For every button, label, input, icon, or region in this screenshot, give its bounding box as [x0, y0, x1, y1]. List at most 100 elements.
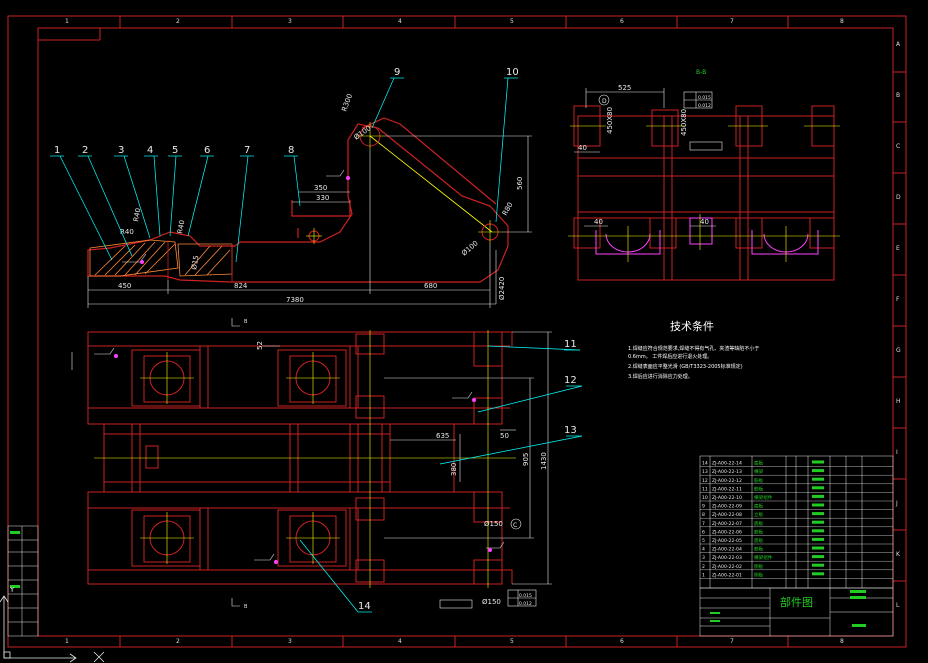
bom-part-code: ZJ-A00-22-03	[712, 555, 742, 561]
dim-905: 905	[522, 453, 530, 466]
balloon-8: 8	[288, 145, 294, 156]
dim-7380: 7380	[286, 296, 304, 304]
bom-part-name: 筋板	[754, 477, 764, 484]
bom-part-name: 底板	[754, 503, 764, 510]
col-label-bottom: 2	[176, 638, 180, 645]
bom-material-mark	[812, 494, 824, 498]
datum-c: C	[513, 522, 517, 529]
cad-drawing-canvas[interactable]: 1 2 3 4 5 6 7 8 1 2 3 4 5 6 7 8 A B C D …	[0, 0, 928, 663]
balloon-14: 14	[358, 601, 371, 612]
bom-part-name: 底板	[754, 537, 764, 544]
dim-560: 560	[516, 177, 524, 190]
tolerance-value-a: 0.015	[698, 95, 711, 101]
col-label-bottom: 5	[510, 638, 514, 645]
bom-part-code: ZJ-A00-22-11	[712, 486, 742, 492]
col-label-bottom: 1	[65, 638, 69, 645]
bom-part-name: 底板	[754, 460, 764, 467]
bom-part-code: ZJ-A00-22-14	[712, 461, 742, 467]
bom-item-number: 13	[702, 469, 708, 475]
col-label-bottom: 7	[730, 638, 734, 645]
bom-part-name: 筋板	[754, 485, 764, 492]
section-mark-bottom: B	[244, 604, 248, 610]
bom-material-mark	[812, 460, 824, 464]
bom-item-number: 14	[702, 461, 708, 467]
bom-material-mark	[812, 529, 824, 533]
col-label-bottom: 8	[840, 638, 844, 645]
bom-material-mark	[812, 520, 824, 524]
row-label: F	[896, 296, 900, 303]
dim-r40: R40	[120, 228, 134, 236]
bom-part-code: ZJ-A00-22-04	[712, 547, 742, 553]
balloon-10: 10	[506, 67, 519, 78]
balloon-12: 12	[564, 375, 577, 386]
row-label: C	[896, 143, 900, 150]
bom-part-code: ZJ-A00-22-06	[712, 529, 742, 535]
bom-material-mark	[812, 512, 824, 516]
col-label-bottom: 6	[620, 638, 624, 645]
bom-part-name: 横梁组件	[754, 494, 773, 501]
row-label: B	[896, 92, 900, 99]
row-label: J	[895, 500, 898, 507]
dim-450x80-b: 450X80	[680, 109, 688, 136]
bom-part-name: 横梁	[754, 468, 764, 475]
dim-635: 635	[436, 432, 449, 440]
bom-part-code: ZJ-A00-22-02	[712, 564, 742, 570]
bom-part-code: ZJ-A00-22-07	[712, 521, 742, 527]
dim-450x80-a: 450X80	[606, 107, 614, 134]
bom-part-code: ZJ-A00-22-13	[712, 469, 742, 475]
dim-50: 50	[500, 432, 509, 440]
balloon-11: 11	[564, 339, 577, 350]
plan-tol-c: 0.015	[519, 593, 532, 599]
plan-tol-d: 0.012	[519, 601, 532, 607]
row-label: I	[896, 449, 898, 456]
balloon-13: 13	[564, 425, 577, 436]
bom-item-number: 3	[702, 555, 705, 561]
col-label-top: 3	[288, 18, 292, 25]
dim-380: 380	[450, 463, 458, 476]
tech-req-line-4: 3.焊后应进行消除应力处理。	[628, 373, 693, 380]
bom-part-name: 侧板	[754, 563, 764, 570]
bom-part-code: ZJ-A00-22-12	[712, 478, 742, 484]
bom-item-number: 5	[702, 538, 705, 544]
bom-material-mark	[812, 572, 824, 576]
section-label: B-B	[696, 69, 706, 76]
row-label: G	[896, 347, 901, 354]
balloon-2: 2	[82, 145, 88, 156]
col-label-top: 1	[65, 18, 69, 25]
balloon-4: 4	[147, 145, 153, 156]
bom-material-mark	[812, 477, 824, 481]
bom-part-code: ZJ-A00-22-05	[712, 538, 742, 544]
balloon-6: 6	[204, 145, 210, 156]
dim-52: 52	[256, 341, 264, 350]
balloon-7: 7	[244, 145, 250, 156]
bom-item-number: 8	[702, 512, 705, 518]
bom-item-number: 6	[702, 529, 705, 535]
datum-d: D	[602, 98, 607, 105]
row-label: H	[896, 398, 901, 405]
bom-item-number: 2	[702, 564, 705, 570]
dim-1430: 1430	[540, 452, 548, 470]
bom-material-mark	[812, 469, 824, 473]
tech-req-line-2: 0.6mm。 工件焊后应进行退火处理。	[628, 353, 712, 360]
dim-d2420: Ø2420	[498, 277, 506, 300]
dim-40-b: 40	[594, 218, 603, 226]
bom-item-number: 7	[702, 521, 705, 527]
title-block-name: 部件图	[780, 595, 813, 609]
tech-req-title: 技术条件	[670, 319, 714, 333]
dim-450: 450	[118, 282, 131, 290]
bom-part-name: 底板	[754, 520, 764, 527]
bom-part-name: 立板	[754, 511, 764, 518]
col-label-top: 6	[620, 18, 624, 25]
tech-req-line-1: 1.焊缝应符合规范要求,焊缝不得有气孔、夹渣等缺陷不小于	[628, 345, 759, 352]
dim-350: 350	[314, 184, 327, 192]
dim-824: 824	[234, 282, 248, 290]
col-label-bottom: 4	[398, 638, 402, 645]
bom-material-mark	[812, 503, 824, 507]
balloon-3: 3	[118, 145, 124, 156]
bom-part-name: 筋板	[754, 546, 764, 553]
dim-40-c: 40	[700, 218, 709, 226]
balloon-1: 1	[54, 145, 60, 156]
bom-part-code: ZJ-A00-22-01	[712, 572, 742, 578]
bom-part-name: 横梁组件	[754, 554, 773, 561]
ucs-y-label: Y	[9, 586, 15, 594]
